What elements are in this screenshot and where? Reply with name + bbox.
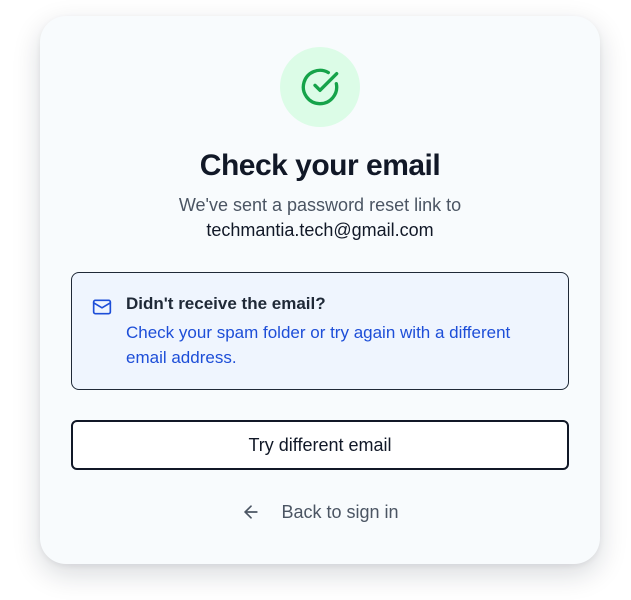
info-heading: Didn't receive the email? [126,294,326,313]
mail-icon [92,299,112,315]
page-title: Check your email [199,149,441,182]
try-different-email-button[interactable]: Try different email [71,420,569,470]
info-body: Check your spam folder or try again with… [126,323,511,367]
info-callout: Didn't receive the email? Check your spa… [71,272,569,390]
back-to-sign-in-link[interactable]: Back to sign in [40,498,600,526]
reset-confirmation-card: Check your email We've sent a password r… [40,16,600,564]
success-badge [280,47,360,127]
check-circle-icon [301,68,339,106]
back-link-label: Back to sign in [281,501,399,522]
arrow-left-icon [244,505,259,519]
page-subtitle: We've sent a password reset link to [178,195,462,215]
recipient-email: techmantia.tech@gmail.com [206,220,434,240]
